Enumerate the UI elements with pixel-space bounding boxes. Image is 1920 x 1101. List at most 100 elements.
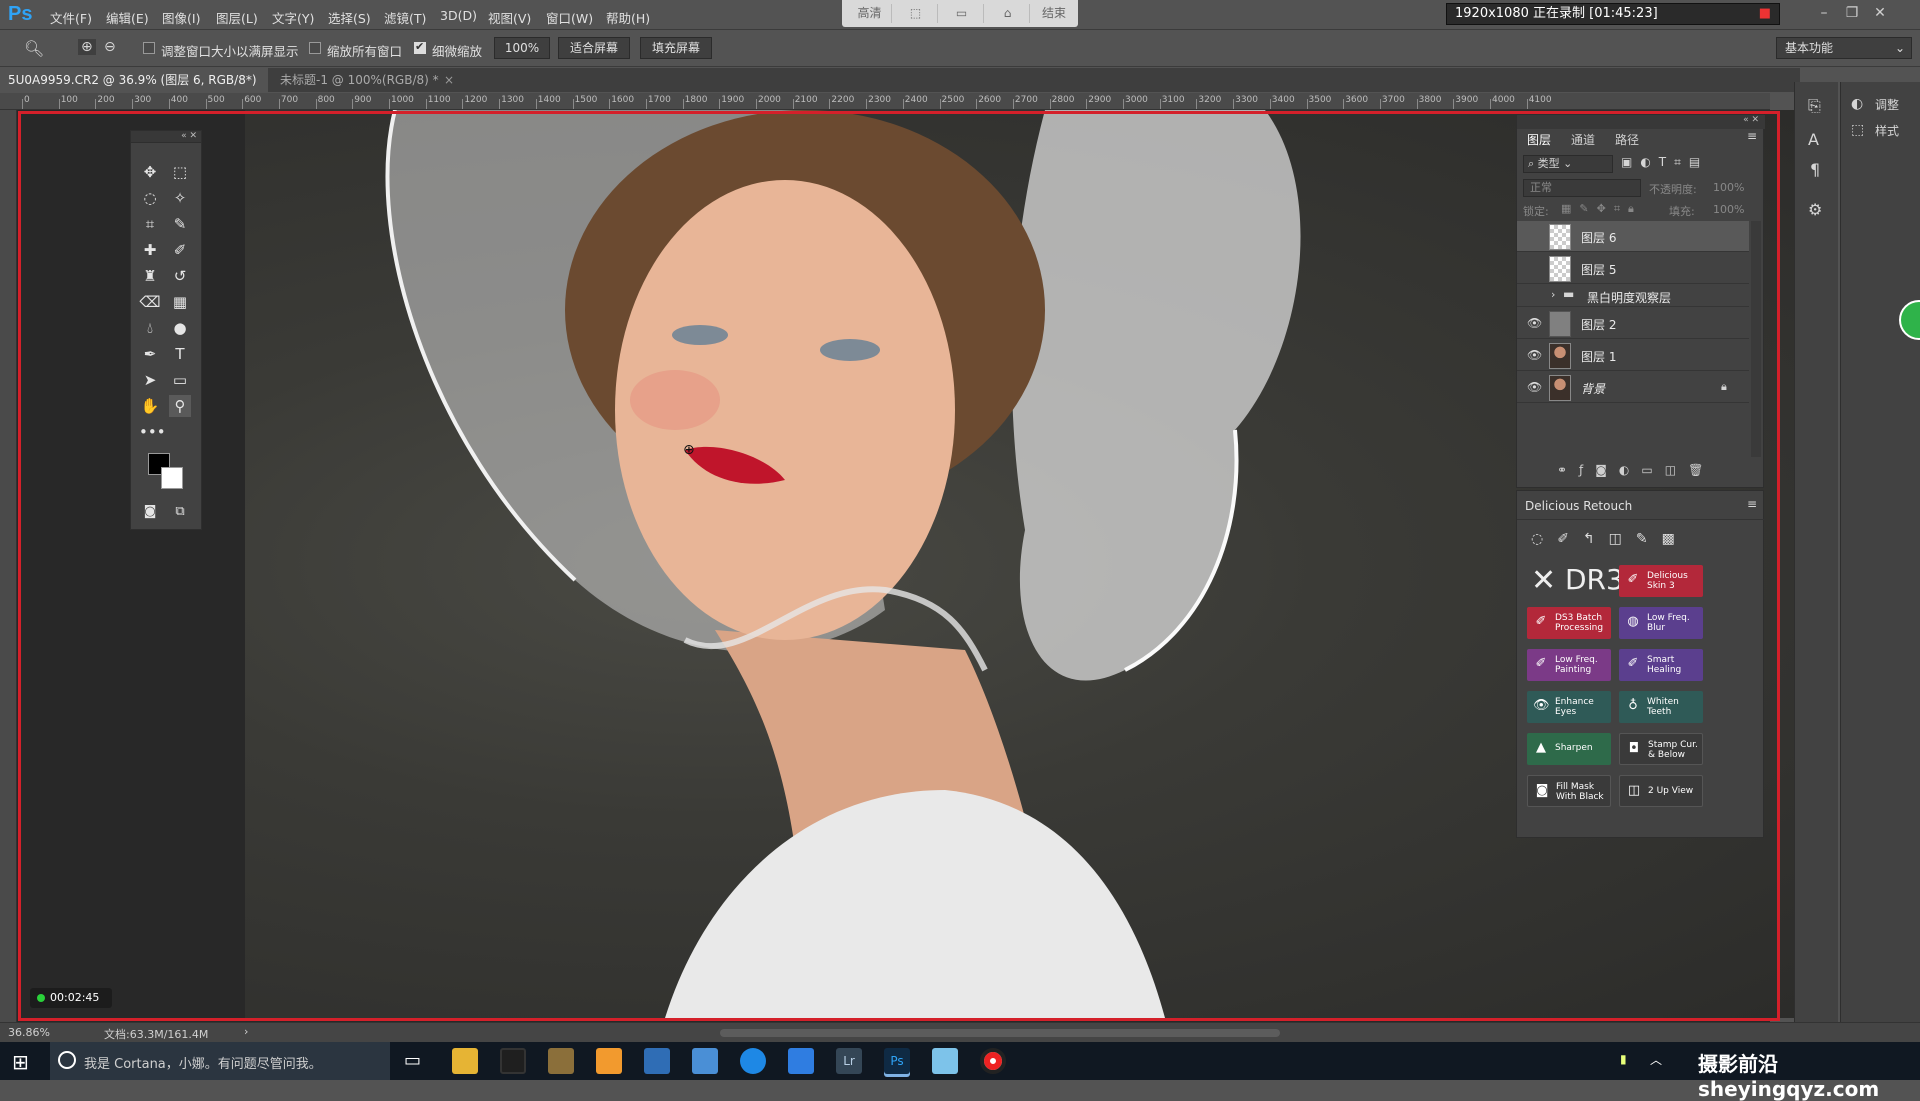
panel-menu-icon[interactable]: ≡ <box>1747 129 1757 143</box>
tab-document-1[interactable]: 5U0A9959.CR2 @ 36.9% (图层 6, RGB/8*) * × <box>0 68 268 111</box>
fit-screen-button[interactable]: 适合屏幕 <box>558 37 630 59</box>
document-size[interactable]: 文档:63.3M/161.4M <box>104 1026 208 1042</box>
layer-filter-icons[interactable]: ▣◐T⌗▤ <box>1621 155 1708 170</box>
panel-menu-icon[interactable]: ≡ <box>1747 497 1757 511</box>
recorder-home-button[interactable]: ⌂ <box>986 4 1030 23</box>
adjustments-icon[interactable]: ◐ <box>1851 96 1863 112</box>
styles-icon[interactable]: ⬚ <box>1851 122 1864 138</box>
tab-paths[interactable]: 路径 <box>1615 131 1639 148</box>
stop-record-icon[interactable]: ■ <box>1759 4 1771 24</box>
history-icon[interactable]: ⎘ <box>1808 96 1821 116</box>
close-icon[interactable]: × <box>444 68 454 92</box>
history-brush-icon[interactable]: ↺ <box>169 265 191 287</box>
lasso-tool-icon[interactable]: ◌ <box>139 187 161 209</box>
zoom-in-icon[interactable]: ⊕ <box>78 39 96 55</box>
menu-3d[interactable]: 3D(D) <box>440 8 477 23</box>
recorder-end-button[interactable]: 结束 <box>1032 4 1076 23</box>
brush-tool-icon[interactable]: ✐ <box>169 239 191 261</box>
dodge-tool-icon[interactable]: ● <box>169 317 191 339</box>
eyedropper-icon[interactable]: ✎ <box>169 213 191 235</box>
layer-row[interactable]: 图层 6 <box>1517 221 1749 252</box>
visibility-toggle[interactable] <box>1527 289 1541 303</box>
workspace-select[interactable]: 基本功能 ⌄ <box>1776 37 1912 59</box>
eye-icon[interactable]: 👁︎ <box>1527 316 1542 330</box>
pen-tool-icon[interactable]: ✒ <box>139 343 161 365</box>
gradient-tool-icon[interactable]: ▦ <box>169 291 191 313</box>
feather-icon[interactable] <box>788 1048 814 1074</box>
stamp-below-button[interactable]: ◘ Stamp Cur. & Below <box>1619 733 1703 765</box>
menu-file[interactable]: 文件(F) <box>50 8 92 27</box>
layer-row[interactable]: 👁︎ 图层 1 <box>1517 340 1749 371</box>
zoom-out-icon[interactable]: ⊖ <box>104 39 116 55</box>
zoom-level[interactable]: 36.86% <box>8 1026 50 1039</box>
recorder-icon[interactable] <box>980 1048 1006 1074</box>
smart-healing-button[interactable]: ✐ Smart Healing <box>1619 649 1703 681</box>
battery-icon[interactable]: ▮ <box>1620 1052 1627 1066</box>
chevron-right-icon[interactable]: › <box>244 1025 248 1038</box>
rectangle-tool-icon[interactable]: ▭ <box>169 369 191 391</box>
recorder-window-button[interactable]: ▭ <box>940 4 984 23</box>
delicious-skin-button[interactable]: ✐ Delicious Skin 3 <box>1619 565 1703 597</box>
screen-mode-icon[interactable]: ⧉ <box>169 501 191 523</box>
visibility-toggle[interactable] <box>1527 261 1541 275</box>
adjustments-label[interactable]: 调整 <box>1875 96 1899 113</box>
crop-tool-icon[interactable]: ⌗ <box>139 213 161 235</box>
sharpen-button[interactable]: ▲ Sharpen <box>1527 733 1611 765</box>
office-icon[interactable] <box>596 1048 622 1074</box>
menu-type[interactable]: 文字(Y) <box>272 8 314 27</box>
batch-processing-button[interactable]: ✐ DS3 Batch Processing <box>1527 607 1611 639</box>
clone-stamp-icon[interactable]: ♜ <box>139 265 161 287</box>
canvas-area[interactable]: ⊕ <box>17 110 1798 1022</box>
menu-select[interactable]: 选择(S) <box>328 8 371 27</box>
app-icon[interactable] <box>644 1048 670 1074</box>
chevron-right-icon[interactable]: › <box>1551 288 1555 301</box>
low-freq-blur-button[interactable]: ◍ Low Freq. Blur <box>1619 607 1703 639</box>
healing-brush-icon[interactable]: ✚ <box>139 239 161 261</box>
styles-label[interactable]: 样式 <box>1875 122 1899 139</box>
eye-icon[interactable]: 👁︎ <box>1527 348 1542 362</box>
layer-actions[interactable]: ⚭ƒ◙◐▭◫🗑︎ <box>1557 463 1715 477</box>
layer-group-row[interactable]: › ▬ 黑白明度观察层 <box>1517 285 1749 307</box>
chevron-up-icon[interactable]: ︿ <box>1650 1051 1662 1068</box>
eraser-tool-icon[interactable]: ⌫ <box>139 291 161 313</box>
whiten-teeth-button[interactable]: ♁ Whiten Teeth <box>1619 691 1703 723</box>
cortana-search[interactable]: 我是 Cortana，小娜。有问题尽管问我。 <box>50 1042 390 1080</box>
eye-icon[interactable]: 👁︎ <box>1527 380 1542 394</box>
floating-widget[interactable] <box>1899 300 1920 340</box>
photoshop-taskbar-icon[interactable]: Ps <box>884 1048 910 1074</box>
layer-row[interactable]: 图层 5 <box>1517 253 1749 284</box>
menu-window[interactable]: 窗口(W) <box>546 8 593 27</box>
fill-value[interactable]: 100% <box>1713 203 1744 216</box>
zoom-100-button[interactable]: 100% <box>494 37 550 59</box>
quick-mask-icon[interactable]: ◙ <box>139 501 161 523</box>
menu-filter[interactable]: 滤镜(T) <box>384 8 426 27</box>
menu-edit[interactable]: 编辑(E) <box>106 8 149 27</box>
notes-icon[interactable] <box>932 1048 958 1074</box>
file-explorer-icon[interactable] <box>452 1048 478 1074</box>
tab-layers[interactable]: 图层 <box>1527 131 1551 148</box>
path-select-icon[interactable]: ➤ <box>139 369 161 391</box>
blend-mode-select[interactable]: 正常 <box>1523 179 1641 197</box>
photos-icon[interactable] <box>692 1048 718 1074</box>
menu-image[interactable]: 图像(I) <box>162 8 200 27</box>
scrubby-zoom-checkbox[interactable] <box>414 40 426 54</box>
recorder-hd-button[interactable]: 高清 <box>848 4 892 23</box>
opacity-value[interactable]: 100% <box>1713 181 1744 194</box>
layer-row[interactable]: 👁︎ 背景 🔒︎ <box>1517 372 1749 403</box>
layers-scrollbar[interactable] <box>1751 221 1761 457</box>
more-tools-icon[interactable]: ••• <box>139 421 166 443</box>
horizontal-scrollbar[interactable] <box>720 1029 1280 1037</box>
hand-tool-icon[interactable]: ✋ <box>139 395 161 417</box>
close-button[interactable]: ✕ <box>1866 2 1894 24</box>
windows-start-icon[interactable]: ⊞ <box>12 1050 29 1074</box>
marquee-tool-icon[interactable]: ⬚ <box>169 161 191 183</box>
qq-icon[interactable] <box>500 1048 526 1074</box>
visibility-toggle[interactable] <box>1527 229 1541 243</box>
magic-wand-icon[interactable]: ✧ <box>169 187 191 209</box>
fill-mask-button[interactable]: ◙ Fill Mask With Black <box>1527 775 1611 807</box>
character-icon[interactable]: A <box>1808 130 1819 149</box>
fill-screen-button[interactable]: 填充屏幕 <box>640 37 712 59</box>
menu-help[interactable]: 帮助(H) <box>606 8 650 27</box>
restore-button[interactable]: ❐ <box>1838 2 1866 24</box>
type-tool-icon[interactable]: T <box>169 343 191 365</box>
